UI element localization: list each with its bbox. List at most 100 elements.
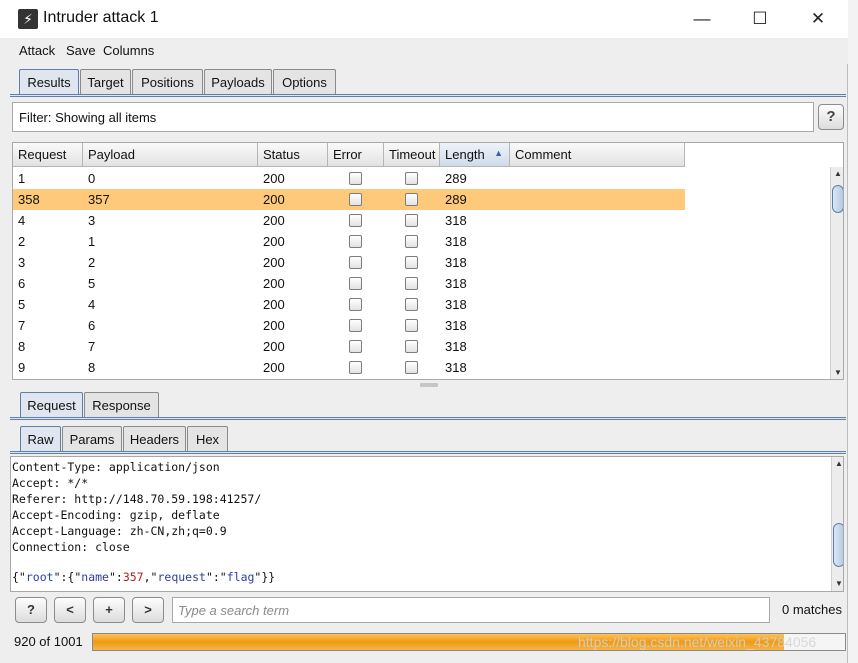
cell-payload: 2: [88, 255, 96, 270]
filter-bar[interactable]: Filter: Showing all items: [12, 102, 814, 132]
checkbox-timeout: [405, 361, 418, 374]
cell-length: 289: [445, 171, 467, 186]
column-header-length-label: Length: [445, 147, 485, 162]
table-header: Request Payload Status Error Timeout Len…: [13, 143, 685, 167]
pane-splitter[interactable]: [420, 383, 438, 387]
cell-status: 200: [263, 234, 285, 249]
cell-status: 200: [263, 213, 285, 228]
table-row[interactable]: 5 4 200 318: [13, 294, 685, 315]
json-punct: ":{": [53, 570, 82, 584]
table-row[interactable]: 8 7 200 318: [13, 336, 685, 357]
tab-strip-underline: [10, 94, 846, 97]
cell-status: 200: [263, 360, 285, 375]
window-title: Intruder attack 1: [43, 9, 159, 26]
minimize-button[interactable]: —: [682, 5, 722, 33]
search-options-button[interactable]: +: [93, 597, 125, 623]
cell-request: 8: [18, 339, 26, 354]
checkbox-error: [349, 361, 362, 374]
menu-columns[interactable]: Columns: [103, 43, 154, 58]
previous-match-button[interactable]: <: [54, 597, 86, 623]
table-row[interactable]: 6 5 200 318: [13, 273, 685, 294]
tab-options[interactable]: Options: [273, 69, 336, 95]
sort-ascending-icon: ▲: [494, 148, 503, 158]
checkbox-error: [349, 340, 362, 353]
close-button[interactable]: ✕: [798, 5, 838, 33]
tab-response[interactable]: Response: [84, 392, 159, 418]
watermark-text: https://blog.csdn.net/weixin_43784056: [578, 634, 817, 650]
scroll-thumb[interactable]: [832, 185, 843, 213]
column-header-length[interactable]: Length ▲: [440, 143, 510, 167]
table-row[interactable]: 3 2 200 318: [13, 252, 685, 273]
next-match-button[interactable]: >: [132, 597, 164, 623]
cell-status: 200: [263, 192, 285, 207]
column-header-comment[interactable]: Comment: [510, 143, 685, 167]
checkbox-error: [349, 319, 362, 332]
cell-payload: 4: [88, 297, 96, 312]
cell-payload: 7: [88, 339, 96, 354]
cell-request: 7: [18, 318, 26, 333]
raw-line: Connection: close: [12, 540, 130, 554]
json-punct: ,": [143, 570, 158, 584]
cell-status: 200: [263, 171, 285, 186]
checkbox-error: [349, 277, 362, 290]
column-header-status[interactable]: Status: [258, 143, 328, 167]
checkbox-error: [349, 214, 362, 227]
help-button[interactable]: ?: [818, 104, 844, 130]
tab-params[interactable]: Params: [62, 426, 122, 452]
cell-payload: 1: [88, 234, 96, 249]
table-scrollbar[interactable]: ▲ ▼: [830, 167, 843, 379]
menu-attack[interactable]: Attack: [19, 43, 55, 58]
checkbox-error: [349, 193, 362, 206]
column-header-timeout[interactable]: Timeout: [384, 143, 440, 167]
cell-length: 318: [445, 297, 467, 312]
json-body-line: {"root":{"name":357,"request":"flag"}}: [12, 570, 275, 584]
tab-positions[interactable]: Positions: [132, 69, 203, 95]
menu-save[interactable]: Save: [66, 43, 96, 58]
maximize-button[interactable]: ☐: [740, 5, 780, 33]
table-row[interactable]: 2 1 200 318: [13, 231, 685, 252]
table-row[interactable]: 1 0 200 289: [13, 168, 685, 189]
cell-length: 318: [445, 360, 467, 375]
cell-payload: 357: [88, 192, 110, 207]
cell-request: 3: [18, 255, 26, 270]
detail-tab-underline: [10, 417, 846, 420]
title-bar: ⚡ Intruder attack 1 — ☐ ✕: [0, 0, 848, 38]
cell-status: 200: [263, 276, 285, 291]
scroll-down-icon[interactable]: ▼: [831, 366, 843, 379]
table-row[interactable]: 7 6 200 318: [13, 315, 685, 336]
tab-request[interactable]: Request: [20, 392, 83, 418]
scroll-up-icon[interactable]: ▲: [831, 167, 843, 181]
tab-headers[interactable]: Headers: [123, 426, 186, 452]
raw-request-editor[interactable]: Content-Type: application/json Accept: */…: [10, 456, 844, 592]
checkbox-error: [349, 235, 362, 248]
table-row[interactable]: 4 3 200 318: [13, 210, 685, 231]
cell-request: 2: [18, 234, 26, 249]
raw-line: Referer: http://148.70.59.198:41257/: [12, 492, 262, 506]
checkbox-timeout: [405, 172, 418, 185]
scroll-thumb[interactable]: [833, 523, 843, 567]
cell-payload: 8: [88, 360, 96, 375]
editor-scrollbar[interactable]: ▲ ▼: [831, 457, 843, 591]
tab-target[interactable]: Target: [80, 69, 131, 95]
scroll-up-icon[interactable]: ▲: [832, 457, 843, 471]
column-header-request[interactable]: Request: [13, 143, 83, 167]
json-punct: ":": [205, 570, 227, 584]
cell-request: 6: [18, 276, 26, 291]
scroll-down-icon[interactable]: ▼: [832, 577, 843, 591]
column-header-payload[interactable]: Payload: [83, 143, 258, 167]
table-row[interactable]: 9 8 200 318: [13, 357, 685, 378]
cell-payload: 5: [88, 276, 96, 291]
column-header-error[interactable]: Error: [328, 143, 384, 167]
cell-length: 318: [445, 339, 467, 354]
search-input[interactable]: Type a search term: [172, 597, 770, 623]
search-help-button[interactable]: ?: [15, 597, 47, 623]
tab-results[interactable]: Results: [19, 69, 79, 95]
tab-hex[interactable]: Hex: [187, 426, 228, 452]
tab-raw[interactable]: Raw: [20, 426, 61, 452]
checkbox-error: [349, 172, 362, 185]
cell-request: 1: [18, 171, 26, 186]
cell-status: 200: [263, 339, 285, 354]
table-row[interactable]: 358 357 200 289: [13, 189, 685, 210]
checkbox-timeout: [405, 235, 418, 248]
tab-payloads[interactable]: Payloads: [204, 69, 272, 95]
